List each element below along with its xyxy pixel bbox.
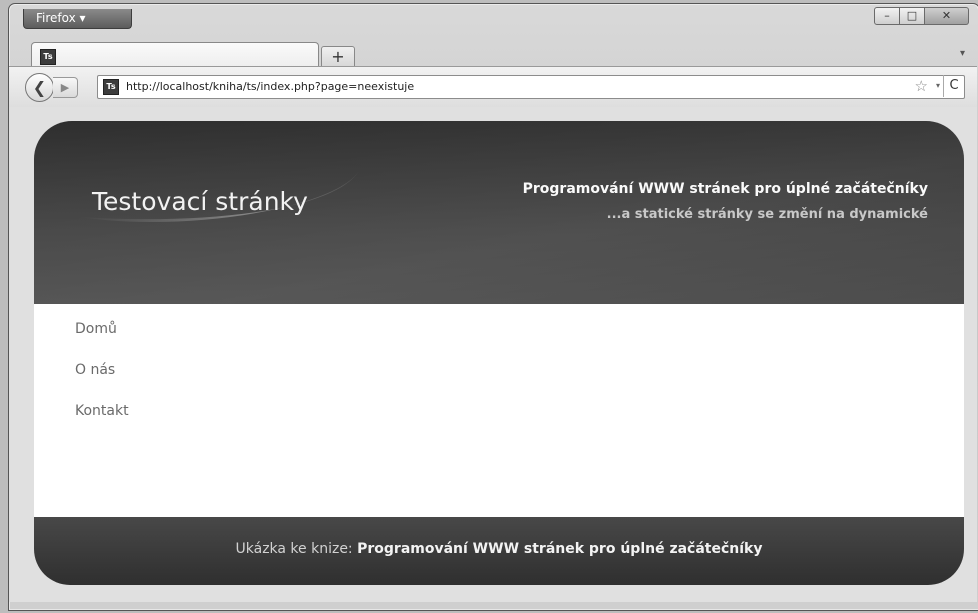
back-arrow-icon: ❮ [32, 78, 47, 97]
menu-item-contact[interactable]: Kontakt [75, 403, 129, 444]
site-footer: Ukázka ke knize: Programování WWW stráne… [34, 517, 964, 585]
footer-prefix: Ukázka ke knize: [235, 541, 353, 557]
menu-item-about[interactable]: O nás [75, 362, 129, 403]
maximize-button[interactable]: □ [900, 7, 925, 25]
back-button[interactable]: ❮ [25, 73, 54, 102]
site-favicon-icon: Ts [103, 79, 119, 95]
bookmark-star-icon[interactable]: ☆ [915, 77, 928, 95]
address-bar[interactable]: Ts http://localhost/kniha/ts/index.php?p… [97, 75, 965, 99]
footer-book-title: Programování WWW stránek pro úplné začát… [357, 541, 763, 557]
page-viewport: Testovací stránky Programování WWW strán… [9, 107, 977, 602]
site-title: Testovací stránky [92, 187, 308, 216]
forward-button[interactable]: ▶ [53, 77, 78, 98]
web-page: Testovací stránky Programování WWW strán… [34, 121, 964, 588]
navigation-toolbar: ❮ ▶ Ts http://localhost/kniha/ts/index.p… [9, 66, 977, 108]
site-header: Testovací stránky Programování WWW strán… [34, 121, 964, 304]
url-text[interactable]: http://localhost/kniha/ts/index.php?page… [126, 76, 414, 98]
site-favicon-icon: Ts [40, 49, 56, 65]
history-dropdown-icon[interactable]: ▾ [936, 81, 940, 90]
site-subslogan: ...a statické stránky se změní na dynami… [606, 207, 928, 222]
main-content: Domů O nás Kontakt [34, 304, 964, 517]
site-menu: Domů O nás Kontakt [75, 321, 129, 444]
reload-icon[interactable]: C [943, 75, 964, 97]
forward-arrow-icon: ▶ [60, 81, 70, 94]
site-slogan: Programování WWW stránek pro úplné začát… [522, 181, 928, 197]
close-button[interactable]: ✕ [925, 7, 969, 25]
firefox-menu-button[interactable]: Firefox ▾ [23, 9, 132, 29]
minimize-button[interactable]: – [874, 7, 900, 25]
menu-item-home[interactable]: Domů [75, 321, 129, 362]
window-controls: – □ ✕ [874, 7, 969, 25]
tab-list-arrow-icon[interactable]: ▾ [960, 48, 965, 59]
